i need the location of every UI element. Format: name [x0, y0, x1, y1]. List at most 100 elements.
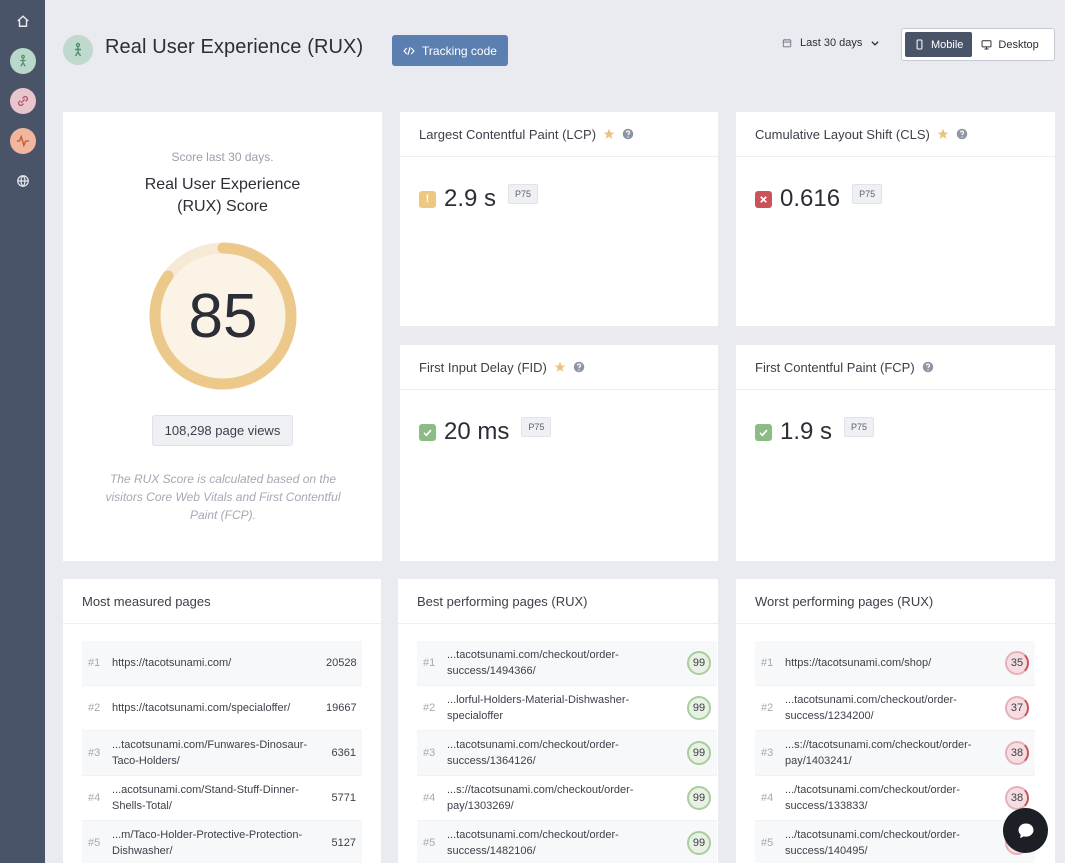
row-count: 6361: [331, 747, 356, 759]
table-row[interactable]: #1 https://tacotsunami.com/shop/35: [755, 641, 1035, 686]
cls-card: Cumulative Layout Shift (CLS) 0.616 P75: [736, 112, 1055, 326]
star-icon: [603, 128, 615, 139]
most-measured-title: Most measured pages: [63, 579, 381, 624]
table-row[interactable]: #4 ...acotsunami.com/Stand-Stuff-Dinner-S…: [82, 776, 362, 821]
check-icon: [423, 429, 432, 436]
row-rank: #1: [761, 657, 774, 669]
row-rank: #4: [88, 792, 101, 804]
table-row[interactable]: #3 ...s://tacotsunami.com/checkout/order-…: [755, 731, 1035, 776]
code-icon: [403, 46, 415, 55]
row-url[interactable]: .../tacotsunami.com/checkout/order-succe…: [785, 827, 1005, 859]
row-rank: #5: [423, 837, 436, 849]
monitor-icon: [981, 40, 992, 50]
calendar-icon: [782, 38, 792, 48]
row-score-badge: 99: [687, 651, 711, 675]
star-icon: [937, 128, 949, 139]
home-icon[interactable]: [10, 8, 36, 34]
table-row[interactable]: #3 ...tacotsunami.com/Funwares-Dinosaur-T…: [82, 731, 362, 776]
most-measured-list: #1 https://tacotsunami.com/20528 #2 https:…: [82, 641, 362, 863]
table-row[interactable]: #4 ...s://tacotsunami.com/checkout/order-…: [417, 776, 717, 821]
cls-title: Cumulative Layout Shift (CLS): [755, 126, 930, 142]
row-url[interactable]: ...s://tacotsunami.com/checkout/order-pa…: [785, 737, 1005, 769]
score-value: 85: [188, 281, 258, 351]
lcp-card-header: Largest Contentful Paint (LCP): [400, 112, 718, 157]
fid-title: First Input Delay (FID): [419, 359, 547, 375]
row-url[interactable]: ...tacotsunami.com/checkout/order-succes…: [447, 737, 687, 769]
best-performing-card: Best performing pages (RUX) #1 ...tacotsu…: [398, 579, 718, 863]
chat-bubble-icon: [1018, 823, 1033, 838]
check-icon: [759, 429, 768, 436]
row-score-badge: 38: [1005, 786, 1029, 810]
row-score-badge: 99: [687, 741, 711, 765]
help-icon[interactable]: [956, 128, 968, 140]
fid-percentile-badge: P75: [521, 417, 552, 437]
table-row[interactable]: #2 ...lorful-Holders-Material-Dishwasher-…: [417, 686, 717, 731]
table-row[interactable]: #2 ...tacotsunami.com/checkout/order-succ…: [755, 686, 1035, 731]
period-label: Last 30 days: [800, 37, 863, 49]
poor-status-icon: [755, 190, 772, 208]
cls-value: 0.616: [780, 185, 841, 212]
row-url[interactable]: ...tacotsunami.com/checkout/order-succes…: [447, 647, 687, 679]
row-count: 19667: [326, 702, 357, 714]
warning-glyph: !: [425, 193, 430, 205]
mobile-label: Mobile: [931, 38, 964, 51]
period-select[interactable]: Last 30 days: [782, 37, 880, 49]
sidebar: [0, 0, 45, 863]
lcp-card: Largest Contentful Paint (LCP) ! 2.9 s P…: [400, 112, 718, 326]
row-score-badge: 37: [1005, 696, 1029, 720]
worst-performing-list: #1 https://tacotsunami.com/shop/35 #2 ...t…: [755, 641, 1035, 863]
row-rank: #3: [761, 747, 774, 759]
star-icon: [554, 361, 566, 372]
row-rank: #5: [761, 837, 774, 849]
row-url[interactable]: ...m/Taco-Holder-Protective-Protection-D…: [112, 827, 326, 859]
row-rank: #1: [423, 657, 436, 669]
help-icon[interactable]: [573, 361, 585, 373]
link-icon[interactable]: [9, 88, 36, 114]
table-row[interactable]: #1 ...tacotsunami.com/checkout/order-succ…: [417, 641, 717, 686]
row-url[interactable]: ...lorful-Holders-Material-Dishwasher-sp…: [447, 692, 687, 724]
rux-header-icon: [63, 35, 93, 65]
mobile-toggle-button[interactable]: Mobile: [905, 32, 973, 57]
table-row[interactable]: #5 ...tacotsunami.com/checkout/order-succ…: [417, 821, 717, 863]
row-rank: #4: [423, 792, 436, 804]
row-count: 20528: [326, 657, 357, 669]
rux-walker-icon[interactable]: [9, 48, 36, 74]
table-row[interactable]: #5 ...m/Taco-Holder-Protective-Protection…: [82, 821, 362, 863]
good-status-icon: [419, 423, 436, 441]
cls-card-header: Cumulative Layout Shift (CLS): [736, 112, 1055, 157]
tracking-code-label: Tracking code: [422, 43, 497, 58]
lcp-title: Largest Contentful Paint (LCP): [419, 126, 597, 142]
table-row[interactable]: #5 .../tacotsunami.com/checkout/order-suc…: [755, 821, 1035, 863]
chat-launcher-button[interactable]: [1003, 808, 1048, 853]
row-url[interactable]: https://tacotsunami.com/: [112, 655, 326, 671]
help-icon[interactable]: [922, 361, 934, 373]
help-icon[interactable]: [622, 128, 634, 140]
row-url[interactable]: ...tacotsunami.com/Funwares-Dinosaur-Tac…: [112, 737, 326, 769]
table-row[interactable]: #4 .../tacotsunami.com/checkout/order-suc…: [755, 776, 1035, 821]
row-url[interactable]: ...acotsunami.com/Stand-Stuff-Dinner-She…: [112, 782, 326, 814]
table-row[interactable]: #3 ...tacotsunami.com/checkout/order-succ…: [417, 731, 717, 776]
table-row[interactable]: #1 https://tacotsunami.com/20528: [82, 641, 362, 686]
tracking-code-button[interactable]: Tracking code: [392, 35, 508, 66]
row-url[interactable]: .../tacotsunami.com/checkout/order-succe…: [785, 782, 1005, 814]
score-note: The RUX Score is calculated based on the…: [105, 472, 341, 522]
pulse-icon[interactable]: [9, 128, 36, 154]
row-url[interactable]: ...s://tacotsunami.com/checkout/order-pa…: [447, 782, 687, 814]
row-url[interactable]: https://tacotsunami.com/specialoffer/: [112, 700, 326, 716]
row-score-badge: 35: [1005, 651, 1029, 675]
table-row[interactable]: #2 https://tacotsunami.com/specialoffer/1…: [82, 686, 362, 731]
row-url[interactable]: ...tacotsunami.com/checkout/order-succes…: [447, 827, 687, 859]
globe-icon[interactable]: [10, 168, 36, 194]
device-toggle: Mobile Desktop: [901, 28, 1055, 61]
best-performing-list: #1 ...tacotsunami.com/checkout/order-succ…: [417, 641, 717, 863]
desktop-label: Desktop: [998, 38, 1039, 51]
row-url[interactable]: https://tacotsunami.com/shop/: [785, 655, 1005, 671]
row-url[interactable]: ...tacotsunami.com/checkout/order-succes…: [785, 692, 1005, 724]
desktop-toggle-button[interactable]: Desktop: [972, 32, 1047, 57]
row-score-badge: 99: [687, 831, 711, 855]
row-rank: #2: [88, 702, 101, 714]
row-score-badge: 99: [687, 696, 711, 720]
x-icon: [760, 195, 767, 203]
best-performing-title: Best performing pages (RUX): [398, 579, 718, 624]
fcp-card: First Contentful Paint (FCP) 1.9 s P75: [736, 345, 1055, 561]
